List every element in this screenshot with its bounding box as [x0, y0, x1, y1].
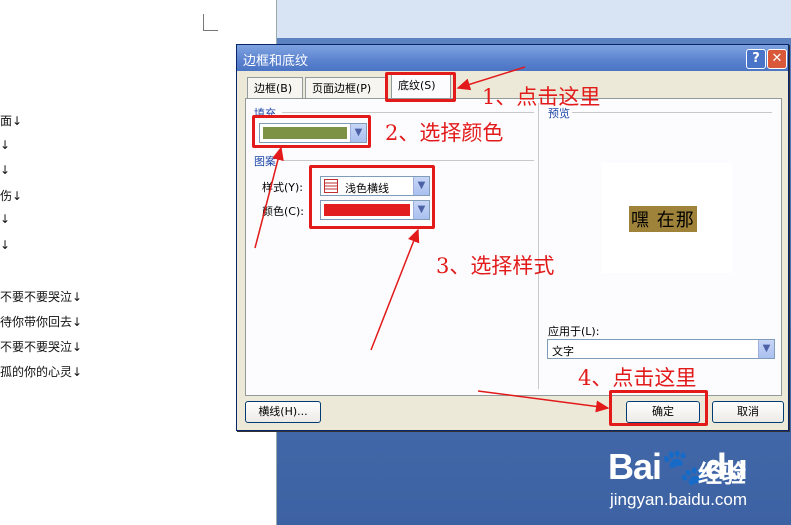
watermark-url: jingyan.baidu.com	[610, 490, 748, 509]
arrow-step1	[456, 66, 526, 91]
baidu-watermark: Bai🐾du 经验 jingyan.baidu.com	[606, 440, 791, 525]
arrow-step3	[370, 228, 420, 351]
arrow-step2	[254, 146, 284, 249]
baidu-logo-bai: Bai	[608, 446, 662, 487]
arrow-step4	[477, 390, 610, 413]
watermark-cn: 经验	[698, 460, 746, 488]
